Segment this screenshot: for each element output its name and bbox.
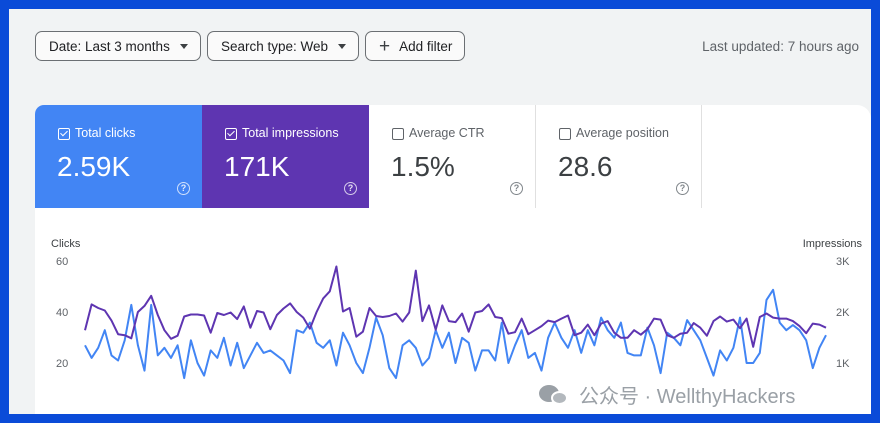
performance-chart[interactable] — [35, 105, 871, 414]
series-line-impressions — [84, 265, 827, 348]
series-line-clicks — [84, 288, 827, 380]
plus-icon: + — [379, 35, 391, 57]
add-filter-button[interactable]: + Add filter — [365, 31, 466, 61]
date-filter-chip[interactable]: Date: Last 3 months — [35, 31, 201, 61]
performance-panel: Total clicks 2.59K ? Total impressions 1… — [35, 105, 871, 414]
filter-bar: Date: Last 3 months Search type: Web + A… — [9, 9, 871, 104]
chevron-down-icon — [338, 43, 347, 49]
last-updated-text: Last updated: 7 hours ago — [702, 39, 859, 54]
chevron-down-icon — [179, 43, 188, 49]
wechat-icon — [539, 382, 569, 408]
search-console-frame: Date: Last 3 months Search type: Web + A… — [9, 9, 871, 414]
watermark-text: 公众号 · WellthyHackers — [579, 386, 796, 408]
date-filter-label: Date: Last 3 months — [49, 38, 170, 54]
watermark: 公众号 · WellthyHackers — [539, 380, 795, 409]
search-type-filter-chip[interactable]: Search type: Web — [207, 31, 360, 61]
add-filter-label: Add filter — [399, 38, 453, 54]
search-type-label: Search type: Web — [221, 38, 329, 54]
